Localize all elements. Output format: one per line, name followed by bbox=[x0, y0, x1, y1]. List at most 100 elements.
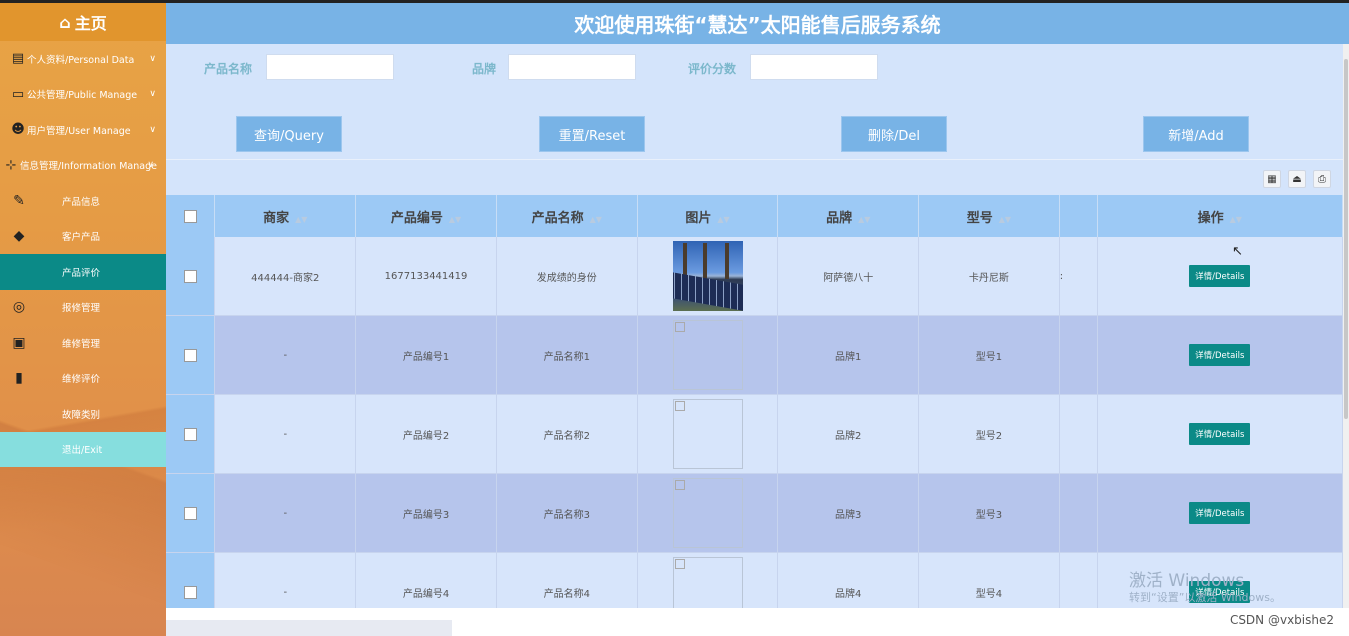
windows-activation-hint: 转到“设置”以激活 Windows。 bbox=[1129, 591, 1281, 604]
broken-image-icon bbox=[674, 401, 685, 411]
model-cell: 型号1 bbox=[918, 315, 1060, 395]
sidebar-item-maintenance[interactable]: ▣ 维修管理 bbox=[0, 325, 166, 361]
row-select-cell[interactable] bbox=[166, 394, 216, 474]
solar-panel-image[interactable] bbox=[672, 241, 743, 311]
column-header[interactable]: 型号 ▲▼ bbox=[918, 195, 1060, 237]
sidebar-home[interactable]: ⌂ 主页 bbox=[0, 3, 166, 41]
product-name-input[interactable] bbox=[266, 54, 394, 80]
merchant-cell: - bbox=[214, 473, 357, 553]
book-icon: ▣ bbox=[12, 334, 26, 351]
column-header[interactable]: 图片 ▲▼ bbox=[637, 195, 779, 237]
merchant-cell: 444444-商家2 bbox=[214, 237, 357, 316]
query-button[interactable]: 查询/Query bbox=[236, 116, 342, 152]
column-header[interactable]: 产品名称 ▲▼ bbox=[496, 195, 638, 237]
reset-button[interactable]: 重置/Reset bbox=[539, 116, 645, 152]
extra-cell bbox=[1059, 394, 1098, 474]
column-header[interactable]: 商家 ▲▼ bbox=[214, 195, 357, 237]
sidebar-item-repair-request[interactable]: ◎ 报修管理 bbox=[0, 290, 166, 326]
export-icon[interactable]: ⏏ bbox=[1288, 170, 1306, 188]
model-cell: 型号3 bbox=[918, 473, 1060, 553]
menu-information-manage[interactable]: ⊹ 信息管理/Information Manage ∨ bbox=[0, 148, 166, 184]
planet-icon: ◎ bbox=[12, 299, 26, 316]
actions-cell: 详情/Details bbox=[1097, 237, 1343, 316]
select-all-cell[interactable] bbox=[166, 195, 216, 237]
select-all-checkbox[interactable] bbox=[183, 209, 197, 223]
broken-image-placeholder[interactable] bbox=[672, 478, 743, 548]
row-checkbox[interactable] bbox=[183, 585, 197, 599]
user-gear-icon: ☻ bbox=[11, 122, 25, 138]
divider bbox=[166, 159, 1343, 160]
menu-personal-data[interactable]: ▤ 个人资料/Personal Data ∨ bbox=[0, 41, 166, 77]
page-title: 欢迎使用珠街“慧达”太阳能售后服务系统 bbox=[574, 13, 941, 37]
row-select-cell[interactable] bbox=[166, 473, 216, 553]
menu-label: 信息管理/Information Manage bbox=[20, 161, 157, 173]
table-header-row: 商家 ▲▼ 产品编号 ▲▼ 产品名称 ▲▼ 图片 ▲▼ 品牌 ▲▼ 型号 ▲▼ 操作 ▲▼ bbox=[166, 195, 1343, 237]
sidebar-item-product-review[interactable]: 产品评价 bbox=[0, 254, 166, 290]
model-cell: 型号4 bbox=[918, 552, 1060, 608]
menu-label: 个人资料/Personal Data bbox=[27, 54, 135, 66]
menu-user-manage[interactable]: ☻ 用户管理/User Manage ∨ bbox=[0, 112, 166, 148]
sidebar-item-customer-product[interactable]: ◆ 客户产品 bbox=[0, 219, 166, 255]
product-name-cell: 发成绩的身份 bbox=[496, 237, 638, 316]
brand-input[interactable] bbox=[508, 54, 636, 80]
sort-icon: ▲▼ bbox=[589, 214, 602, 224]
column-header[interactable]: 品牌 ▲▼ bbox=[777, 195, 920, 237]
broken-image-icon bbox=[674, 480, 685, 490]
sitemap-icon: ⊹ bbox=[5, 157, 17, 173]
broken-image-icon bbox=[674, 322, 685, 332]
row-select-cell[interactable] bbox=[166, 552, 216, 608]
add-button[interactable]: 新增/Add bbox=[1143, 116, 1249, 152]
column-header[interactable]: 产品编号 ▲▼ bbox=[355, 195, 497, 237]
details-button[interactable]: 详情/Details bbox=[1189, 344, 1251, 366]
row-checkbox[interactable] bbox=[183, 348, 197, 362]
actions-cell: 详情/Details bbox=[1097, 394, 1343, 474]
columns-toggle-icon[interactable]: ▦ bbox=[1263, 170, 1281, 188]
print-icon[interactable]: ⎙ bbox=[1313, 170, 1331, 188]
row-checkbox[interactable] bbox=[183, 506, 197, 520]
row-select-cell[interactable] bbox=[166, 237, 216, 316]
sidebar-item-label: 退出/Exit bbox=[62, 445, 103, 457]
scrollbar-thumb[interactable] bbox=[1344, 59, 1348, 419]
sort-icon: ▲▼ bbox=[998, 214, 1012, 224]
details-button[interactable]: 详情/Details bbox=[1189, 265, 1251, 287]
mouse-cursor-icon: ↖ bbox=[1232, 244, 1243, 259]
brand-cell: 阿萨德八十 bbox=[777, 237, 920, 316]
table-row: - 产品编号3 产品名称3 品牌3 型号3 详情/Details bbox=[166, 473, 1343, 553]
row-checkbox[interactable] bbox=[183, 269, 197, 283]
menu-public-manage[interactable]: ▭ 公共管理/Public Manage ∨ bbox=[0, 77, 166, 113]
row-checkbox[interactable] bbox=[183, 427, 197, 441]
sidebar-item-exit[interactable]: 退出/Exit bbox=[0, 431, 166, 467]
product-name-cell: 产品名称4 bbox=[496, 552, 638, 608]
sidebar-item-fault-category[interactable]: 故障类别 bbox=[0, 396, 166, 432]
menu-label: 公共管理/Public Manage bbox=[27, 90, 138, 102]
extra-cell: : bbox=[1059, 237, 1098, 316]
windows-activation-title: 激活 Windows bbox=[1129, 571, 1245, 591]
sidebar-item-maintenance-review[interactable]: ▮ 维修评价 bbox=[0, 361, 166, 397]
horizontal-scrollbar[interactable] bbox=[166, 620, 452, 636]
sidebar-item-product-info[interactable]: ✎ 产品信息 bbox=[0, 183, 166, 219]
delete-button[interactable]: 删除/Del bbox=[841, 116, 947, 152]
vertical-scrollbar[interactable] bbox=[1343, 44, 1349, 608]
column-header[interactable]: 操作 ▲▼ bbox=[1097, 195, 1343, 237]
broken-image-placeholder[interactable] bbox=[672, 320, 743, 390]
details-button[interactable]: 详情/Details bbox=[1189, 423, 1251, 445]
sidebar-item-label: 客户产品 bbox=[62, 232, 101, 244]
image-cell bbox=[637, 237, 779, 316]
broken-image-placeholder[interactable] bbox=[672, 557, 743, 608]
rating-score-input[interactable] bbox=[750, 54, 878, 80]
product-no-cell: 产品编号4 bbox=[355, 552, 497, 608]
table-row: - 产品编号2 产品名称2 品牌2 型号2 详情/Details bbox=[166, 394, 1343, 474]
details-button[interactable]: 详情/Details bbox=[1189, 502, 1251, 524]
chevron-down-icon: ∨ bbox=[149, 89, 156, 100]
merchant-cell: - bbox=[214, 315, 357, 395]
actions-cell: 详情/Details bbox=[1097, 473, 1343, 553]
row-select-cell[interactable] bbox=[166, 315, 216, 395]
sort-icon: ▲▼ bbox=[858, 214, 871, 224]
broken-image-placeholder[interactable] bbox=[672, 399, 743, 469]
image-cell bbox=[637, 552, 779, 608]
column-header bbox=[1059, 195, 1098, 237]
sort-icon: ▲▼ bbox=[1229, 214, 1242, 224]
user-card-icon: ▤ bbox=[11, 51, 25, 67]
merchant-cell: - bbox=[214, 394, 357, 474]
product-name-cell: 产品名称3 bbox=[496, 473, 638, 553]
